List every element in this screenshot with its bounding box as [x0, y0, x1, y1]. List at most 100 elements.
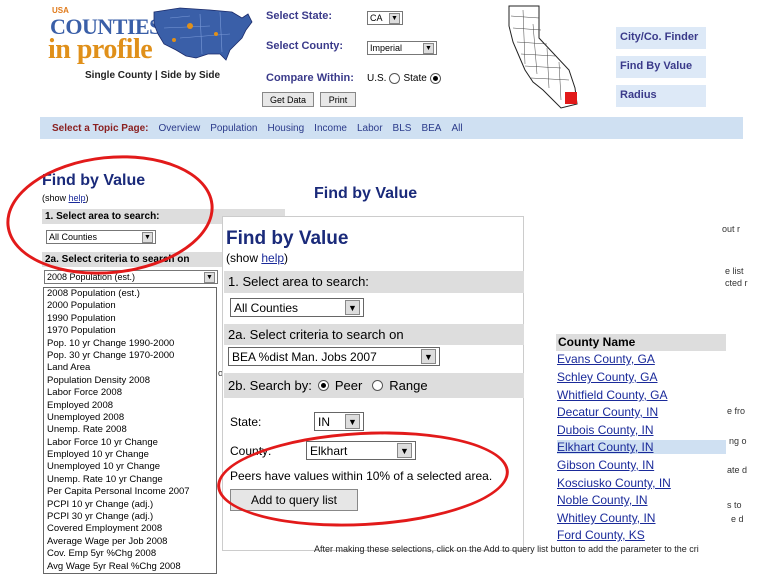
- find-by-value-link[interactable]: Find By Value: [616, 56, 706, 78]
- fragment-text: cted r: [725, 278, 748, 288]
- print-button[interactable]: Print: [320, 92, 356, 107]
- topic-all[interactable]: All: [451, 123, 462, 134]
- view-mode-links: Single County | Side by Side: [85, 70, 220, 81]
- county-list-item[interactable]: Kosciusko County, IN: [557, 476, 671, 490]
- fragment-text: s to: [727, 500, 742, 510]
- state-select-value: CA: [370, 13, 383, 23]
- fragment-text: e list: [725, 266, 744, 276]
- county-list-item[interactable]: Noble County, IN: [557, 493, 648, 507]
- area-select[interactable]: All Counties ▼: [230, 298, 364, 317]
- compare-within-options: U.S. State: [367, 73, 441, 84]
- state-label: State:: [230, 415, 262, 429]
- chevron-down-icon: ▼: [389, 12, 400, 24]
- topic-labor[interactable]: Labor: [357, 123, 383, 134]
- county-list-item[interactable]: Schley County, GA: [557, 370, 658, 384]
- highlighted-county: [565, 92, 577, 104]
- criteria-dropdown-list[interactable]: 2008 Population (est.) 2000 Population 1…: [43, 287, 217, 574]
- chevron-down-icon: ▼: [423, 42, 434, 54]
- list-item[interactable]: Cov. Emp 5yr %Chg 2008: [47, 548, 216, 560]
- get-data-button[interactable]: Get Data: [262, 92, 314, 107]
- county-list-item[interactable]: Whitley County, IN: [557, 511, 655, 525]
- topic-overview[interactable]: Overview: [159, 123, 201, 134]
- topic-bea[interactable]: BEA: [421, 123, 441, 134]
- peer-state-select[interactable]: IN ▼: [314, 412, 364, 431]
- list-item[interactable]: 2000 Population: [47, 300, 216, 312]
- instruction-text: After making these selections, click on …: [314, 544, 699, 554]
- chevron-down-icon: ▼: [204, 271, 215, 283]
- topic-bls[interactable]: BLS: [393, 123, 412, 134]
- state-select[interactable]: CA ▼: [367, 11, 403, 25]
- us-map-icon: [153, 7, 253, 61]
- logo-inprofile: in profile: [48, 34, 153, 65]
- county-list-item[interactable]: Decatur County, IN: [557, 405, 658, 419]
- list-item[interactable]: Avg Wage 5yr Real %Chg 2008: [47, 561, 216, 573]
- list-item[interactable]: 1990 Population: [47, 313, 216, 325]
- county-list-header: County Name: [556, 334, 726, 351]
- peer-label: Peer: [334, 378, 363, 393]
- topic-housing[interactable]: Housing: [267, 123, 304, 134]
- county-list-item[interactable]: Ford County, KS: [557, 528, 645, 542]
- step1-header: 1. Select area to search:: [224, 271, 524, 293]
- page-title: Find by Value: [226, 228, 349, 249]
- help-link[interactable]: help: [261, 251, 284, 265]
- list-item[interactable]: Unemployed 10 yr Change: [47, 461, 216, 473]
- topic-bar: Select a Topic Page: Overview Population…: [40, 117, 743, 139]
- list-item[interactable]: Labor Force 2008: [47, 387, 216, 399]
- list-item[interactable]: Unemployed 2008: [47, 412, 216, 424]
- select-county-label: Select County:: [266, 40, 344, 52]
- peer-radio[interactable]: [317, 380, 329, 391]
- fragment-text: ate d: [727, 465, 748, 475]
- radius-link[interactable]: Radius: [616, 85, 706, 107]
- list-item[interactable]: Average Wage per Job 2008: [47, 536, 216, 548]
- list-item[interactable]: Pop. 10 yr Change 1990-2000: [47, 338, 216, 350]
- chevron-down-icon: ▼: [345, 414, 360, 429]
- list-item[interactable]: Labor Force 10 yr Change: [47, 437, 216, 449]
- california-map-icon: [508, 5, 578, 109]
- county-list-item-selected[interactable]: Elkhart County, IN: [557, 440, 726, 454]
- county-list-item[interactable]: Gibson County, IN: [557, 458, 654, 472]
- county-select[interactable]: Imperial ▼: [367, 41, 437, 55]
- list-item[interactable]: PCPI 10 yr Change (adj.): [47, 499, 216, 511]
- county-list-item[interactable]: Evans County, GA: [557, 352, 655, 366]
- list-item[interactable]: Unemp. Rate 2008: [47, 424, 216, 436]
- topic-income[interactable]: Income: [314, 123, 347, 134]
- list-item[interactable]: Covered Employment 2008: [47, 523, 216, 535]
- range-radio[interactable]: [372, 380, 384, 391]
- range-label: Range: [389, 378, 428, 393]
- compare-state-radio[interactable]: [429, 73, 441, 84]
- chevron-down-icon: ▼: [421, 349, 436, 364]
- list-item[interactable]: Employed 2008: [47, 400, 216, 412]
- county-list-item[interactable]: Dubois County, IN: [557, 423, 654, 437]
- city-county-finder-link[interactable]: City/Co. Finder: [616, 27, 706, 49]
- list-item[interactable]: Per Capita Personal Income 2007: [47, 486, 216, 498]
- list-item[interactable]: PCPI 30 yr Change (adj.): [47, 511, 216, 523]
- topic-bar-label: Select a Topic Page:: [52, 122, 149, 134]
- single-county-link[interactable]: Single County: [85, 70, 152, 81]
- area-select-value: All Counties: [234, 300, 299, 315]
- fragment-text: e d: [731, 514, 744, 524]
- view-separator: |: [155, 70, 158, 81]
- mid-page-title: Find by Value: [314, 185, 418, 202]
- fragment-text: out r: [722, 224, 741, 234]
- county-select-value: Imperial: [370, 43, 403, 53]
- step2b-label: 2b. Search by:: [228, 378, 312, 393]
- step2b-header: 2b. Search by: Peer Range: [224, 373, 524, 398]
- list-item[interactable]: Land Area: [47, 362, 216, 374]
- fragment-text: ng o: [729, 436, 747, 446]
- topic-population[interactable]: Population: [210, 123, 257, 134]
- criteria-select-value: BEA %dist Man. Jobs 2007: [232, 349, 377, 364]
- list-item[interactable]: Employed 10 yr Change: [47, 449, 216, 461]
- list-item[interactable]: Population Density 2008: [47, 375, 216, 387]
- help-suffix: ): [284, 251, 289, 265]
- help-toggle: (show help): [226, 251, 288, 265]
- list-item[interactable]: 2008 Population (est.): [47, 288, 216, 300]
- side-by-side-link[interactable]: Side by Side: [161, 70, 220, 81]
- criteria-select[interactable]: BEA %dist Man. Jobs 2007 ▼: [228, 347, 440, 366]
- compare-within-label: Compare Within:: [266, 72, 354, 84]
- help-prefix: (show: [226, 251, 262, 265]
- list-item[interactable]: 1970 Population: [47, 325, 216, 337]
- list-item[interactable]: Pop. 30 yr Change 1970-2000: [47, 350, 216, 362]
- list-item[interactable]: Unemp. Rate 10 yr Change: [47, 474, 216, 486]
- county-list-item[interactable]: Whitfield County, GA: [557, 388, 667, 402]
- compare-us-radio[interactable]: [389, 73, 401, 84]
